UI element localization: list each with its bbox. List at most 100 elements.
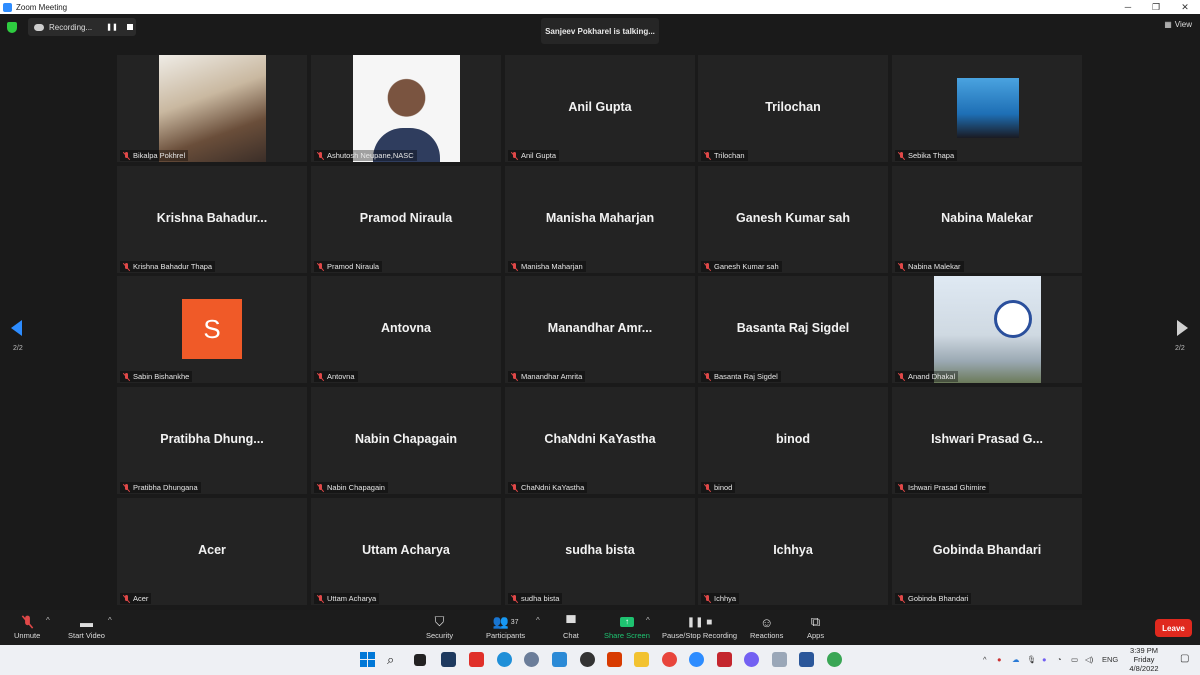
participant-tile[interactable]: Pramod Niraula Pramod Niraula bbox=[311, 166, 501, 273]
view-button[interactable]: ▦ View bbox=[1164, 20, 1192, 29]
participant-tile[interactable]: S Sabin Bishankhe bbox=[117, 276, 307, 383]
page-indicator-left: 2/2 bbox=[13, 345, 23, 352]
muted-mic-icon bbox=[511, 262, 518, 271]
participant-tile[interactable]: Ishwari Prasad G... Ishwari Prasad Ghimir… bbox=[892, 387, 1082, 494]
settings-gear-icon[interactable] bbox=[524, 652, 539, 667]
participant-name: Sabin Bishankhe bbox=[133, 372, 190, 381]
participant-tile[interactable]: Sebika Thapa bbox=[892, 55, 1082, 162]
participant-tile[interactable]: Basanta Raj Sigdel Basanta Raj Sigdel bbox=[698, 276, 888, 383]
participant-tile[interactable]: sudha bista sudha bista bbox=[505, 498, 695, 605]
participant-name-label: sudha bista bbox=[508, 593, 563, 604]
participant-name: Ishwari Prasad Ghimire bbox=[908, 483, 986, 492]
apps-button[interactable]: ⧉ Apps bbox=[807, 613, 824, 640]
muted-mic-icon bbox=[704, 594, 711, 603]
snipping-tool-icon[interactable] bbox=[772, 652, 787, 667]
muted-mic-icon bbox=[511, 483, 518, 492]
participant-tile[interactable]: Ichhya Ichhya bbox=[698, 498, 888, 605]
pause-stop-recording-button[interactable]: ❚❚ ■ Pause/Stop Recording bbox=[662, 613, 737, 641]
participant-tile[interactable]: ChaNdni KaYastha ChaNdni KaYastha bbox=[505, 387, 695, 494]
participant-display-name: Ganesh Kumar sah bbox=[736, 211, 850, 225]
participant-name-label: Trilochan bbox=[701, 150, 748, 161]
participant-name-label: Bikalpa Pokhrel bbox=[120, 150, 189, 161]
pause-recording-icon[interactable]: ❚❚ bbox=[106, 23, 118, 31]
microphone-tray-icon[interactable]: 🎙 bbox=[1027, 655, 1037, 664]
participants-icon: 👥 37 bbox=[492, 614, 519, 629]
share-options-chevron-icon[interactable]: ^ bbox=[646, 616, 650, 625]
telegram-icon[interactable] bbox=[552, 652, 567, 667]
participant-tile[interactable]: Anil Gupta Anil Gupta bbox=[505, 55, 695, 162]
start-video-label: Start Video bbox=[68, 631, 105, 640]
participant-name: ChaNdni KaYastha bbox=[521, 483, 585, 492]
audio-options-chevron-icon[interactable]: ^ bbox=[46, 616, 50, 625]
stop-recording-icon[interactable] bbox=[126, 24, 133, 30]
participant-display-name: Antovna bbox=[381, 321, 431, 335]
tray-app-icon[interactable]: ● bbox=[997, 655, 1002, 664]
participant-tile[interactable]: Anand Dhakal bbox=[892, 276, 1082, 383]
maps-icon[interactable] bbox=[827, 652, 842, 667]
start-video-button[interactable]: ▬ Start Video bbox=[68, 613, 105, 641]
participant-tile[interactable]: Nabina Malekar Nabina Malekar bbox=[892, 166, 1082, 273]
zoom-taskbar-icon[interactable] bbox=[689, 652, 704, 667]
participant-name-label: Sebika Thapa bbox=[895, 150, 958, 161]
participant-tile[interactable]: binod binod bbox=[698, 387, 888, 494]
leave-button[interactable]: Leave bbox=[1155, 619, 1192, 637]
notifications-icon[interactable]: ▢ bbox=[1180, 653, 1189, 664]
recording-label: Recording... bbox=[49, 22, 93, 32]
participants-chevron-icon[interactable]: ^ bbox=[536, 616, 540, 625]
anydesk-icon[interactable] bbox=[469, 652, 484, 667]
close-icon[interactable]: ✕ bbox=[1170, 0, 1200, 14]
widgets-icon[interactable] bbox=[441, 652, 456, 667]
participant-tile[interactable]: Manisha Maharjan Manisha Maharjan bbox=[505, 166, 695, 273]
next-page-arrow-icon[interactable] bbox=[1177, 320, 1188, 336]
file-explorer-icon[interactable] bbox=[634, 652, 649, 667]
tray-chevron-icon[interactable]: ^ bbox=[983, 655, 987, 664]
participant-tile[interactable]: Krishna Bahadur... Krishna Bahadur Thapa bbox=[117, 166, 307, 273]
muted-mic-icon bbox=[898, 483, 905, 492]
clock[interactable]: 3:39 PM Friday 4/8/2022 bbox=[1124, 646, 1164, 673]
language-indicator[interactable]: ENG bbox=[1102, 655, 1118, 664]
search-icon[interactable]: ⌕ bbox=[387, 652, 402, 667]
onedrive-icon[interactable]: ☁ bbox=[1012, 655, 1020, 664]
muted-mic-icon bbox=[898, 262, 905, 271]
participant-tile[interactable]: Manandhar Amr... Manandhar Amrita bbox=[505, 276, 695, 383]
share-screen-button[interactable]: ↑ Share Screen bbox=[604, 613, 650, 640]
participant-tile[interactable]: Acer Acer bbox=[117, 498, 307, 605]
github-icon[interactable] bbox=[580, 652, 595, 667]
participant-tile[interactable]: Bikalpa Pokhrel bbox=[117, 55, 307, 162]
participant-tile[interactable]: Trilochan Trilochan bbox=[698, 55, 888, 162]
task-view-icon[interactable] bbox=[414, 654, 426, 666]
viber-icon[interactable] bbox=[744, 652, 759, 667]
unmute-label: Unmute bbox=[14, 631, 41, 640]
video-options-chevron-icon[interactable]: ^ bbox=[108, 616, 112, 625]
participant-tile[interactable]: Antovna Antovna bbox=[311, 276, 501, 383]
participant-display-name: Manisha Maharjan bbox=[545, 211, 655, 225]
participant-tile[interactable]: Nabin Chapagain Nabin Chapagain bbox=[311, 387, 501, 494]
network-icon[interactable]: ▭ bbox=[1071, 655, 1078, 664]
participant-tile[interactable]: Pratibha Dhung... Pratibha Dhungana bbox=[117, 387, 307, 494]
wifi-icon[interactable]: ◔ bbox=[1057, 655, 1062, 664]
muted-mic-icon bbox=[511, 372, 518, 381]
unmute-button[interactable]: Unmute bbox=[14, 613, 40, 640]
viber-tray-icon[interactable]: ● bbox=[1042, 655, 1047, 664]
word-icon[interactable] bbox=[799, 652, 814, 667]
participant-tile[interactable]: Ashutosh Neupane,NASC bbox=[311, 55, 501, 162]
participant-tile[interactable]: Gobinda Bhandari Gobinda Bhandari bbox=[892, 498, 1082, 605]
participant-tile[interactable]: Ganesh Kumar sah Ganesh Kumar sah bbox=[698, 166, 888, 273]
chrome-icon[interactable] bbox=[662, 652, 677, 667]
chat-button[interactable]: ▀ Chat bbox=[563, 613, 579, 641]
security-shield-icon[interactable] bbox=[7, 22, 17, 33]
participant-tile[interactable]: Uttam Acharya Uttam Acharya bbox=[311, 498, 501, 605]
participant-name-label: Nabin Chapagain bbox=[314, 482, 388, 493]
security-button[interactable]: ⛉ Security bbox=[426, 613, 453, 640]
previous-page-arrow-icon[interactable] bbox=[11, 320, 22, 336]
maximize-icon[interactable]: ❐ bbox=[1141, 0, 1171, 14]
page-indicator-right: 2/2 bbox=[1175, 345, 1185, 352]
minimize-icon[interactable]: ─ bbox=[1113, 0, 1143, 14]
edge-icon[interactable] bbox=[497, 652, 512, 667]
windows-start-icon[interactable] bbox=[360, 652, 375, 667]
office-icon[interactable] bbox=[607, 652, 622, 667]
volume-icon[interactable]: ◁) bbox=[1085, 655, 1093, 664]
acrobat-icon[interactable] bbox=[717, 652, 732, 667]
reactions-button[interactable]: ☺ Reactions bbox=[750, 613, 783, 641]
participants-button[interactable]: 👥 37 Participants bbox=[486, 613, 525, 640]
